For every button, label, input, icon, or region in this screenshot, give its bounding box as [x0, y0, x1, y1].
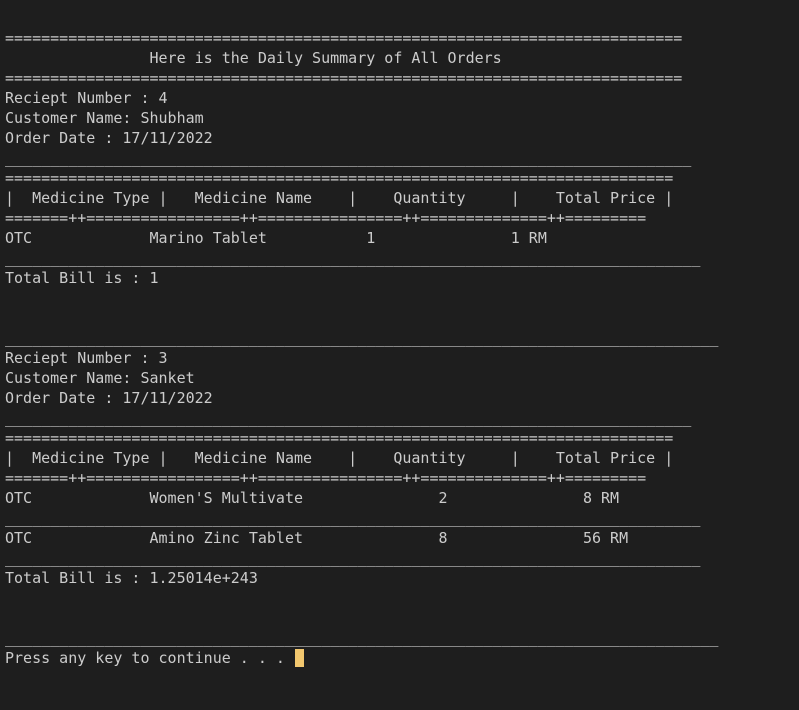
order-date: Order Date : 17/11/2022: [5, 389, 213, 407]
underscore-line: ________________________________________…: [5, 509, 701, 527]
total-bill: Total Bill is : 1.25014e+243: [5, 569, 258, 587]
summary-title: Here is the Daily Summary of All Orders: [5, 49, 502, 67]
text-cursor: [294, 649, 304, 667]
separator-line: ========================================…: [5, 429, 674, 447]
table-row: OTC Amino Zinc Tablet 8 56 RM: [5, 529, 629, 547]
total-bill: Total Bill is : 1: [5, 269, 159, 287]
table-row: OTC Marino Tablet 1 1 RM: [5, 229, 547, 247]
table-header-rule: =======++=================++============…: [5, 209, 647, 227]
customer-name: Customer Name: Shubham: [5, 109, 204, 127]
separator-line: ========================================…: [5, 69, 683, 87]
table-header-rule: =======++=================++============…: [5, 469, 647, 487]
separator-line: ========================================…: [5, 169, 674, 187]
underscore-line: ________________________________________…: [5, 249, 701, 267]
separator-line: ========================================…: [5, 29, 683, 47]
continue-prompt-line: Press any key to continue . . .: [5, 648, 795, 668]
console-output: ========================================…: [5, 28, 795, 668]
table-row: OTC Women'S Multivate 2 8 RM: [5, 489, 620, 507]
underscore-line: ________________________________________…: [5, 149, 692, 167]
underscore-line: ________________________________________…: [5, 629, 719, 647]
continue-prompt: Press any key to continue . . .: [5, 649, 294, 667]
underscore-line: ________________________________________…: [5, 549, 701, 567]
underscore-line: ________________________________________…: [5, 329, 719, 347]
order-date: Order Date : 17/11/2022: [5, 129, 213, 147]
underscore-line: ________________________________________…: [5, 409, 692, 427]
customer-name: Customer Name: Sanket: [5, 369, 195, 387]
receipt-number: Reciept Number : 3: [5, 349, 168, 367]
table-header: | Medicine Type | Medicine Name | Quanti…: [5, 189, 674, 207]
receipt-number: Reciept Number : 4: [5, 89, 168, 107]
table-header: | Medicine Type | Medicine Name | Quanti…: [5, 449, 674, 467]
